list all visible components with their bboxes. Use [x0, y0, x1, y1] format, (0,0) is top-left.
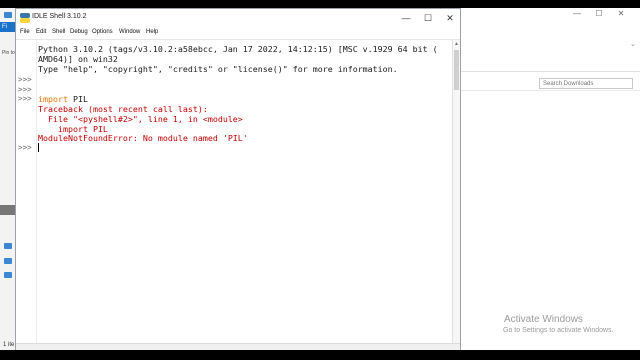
idle-shell-window: IDLE Shell 3.10.2 — ☐ ✕ File Edit Shell … — [15, 8, 461, 352]
banner-line-2: AMD64)] on win32 — [38, 54, 118, 64]
banner-line-1: Python 3.10.2 (tags/v3.10.2:a58ebcc, Jan… — [38, 44, 438, 54]
close-button[interactable]: ✕ — [440, 12, 460, 24]
explorer-selected-item[interactable] — [0, 205, 16, 215]
import-keyword: import — [38, 94, 68, 104]
shell-prompt: >>> — [18, 85, 32, 94]
menu-shell[interactable]: Shell — [52, 29, 65, 35]
menu-bar: File Edit Shell Debug Options Window Hel… — [16, 27, 460, 39]
import-module: PIL — [67, 94, 88, 104]
title-bar[interactable]: IDLE Shell 3.10.2 — ☐ ✕ — [16, 9, 460, 27]
scroll-up-icon[interactable]: ▲ — [454, 41, 459, 47]
traceback-file: File "<pyshell#2>", line 1, in <module> — [38, 114, 243, 124]
menu-debug[interactable]: Debug — [70, 29, 88, 35]
window-title: IDLE Shell 3.10.2 — [32, 13, 87, 20]
explorer-column-divider — [460, 90, 640, 91]
shell-prompt: >>> — [18, 75, 32, 84]
shell-prompt: >>> — [18, 143, 32, 152]
menu-help[interactable]: Help — [146, 29, 158, 35]
letterbox-top — [0, 0, 640, 8]
input-line: import PIL — [38, 94, 88, 104]
explorer-pin-text: Pin to — [2, 50, 15, 56]
menu-edit[interactable]: Edit — [36, 29, 46, 35]
explorer-status-count: 1 ite — [3, 342, 15, 348]
explorer-quick-access-icon[interactable] — [4, 12, 12, 18]
shell-text-area[interactable]: >>> >>> >>> >>> Python 3.10.2 (tags/v3.1… — [16, 39, 460, 344]
menu-file[interactable]: File — [20, 29, 30, 35]
error-message: ModuleNotFoundError: No module named 'PI… — [38, 133, 248, 143]
activate-windows-title: Activate Windows — [504, 314, 583, 325]
explorer-nav-item-icon[interactable] — [4, 272, 12, 278]
vertical-scrollbar[interactable]: ▲ — [452, 40, 460, 344]
banner-line-3: Type "help", "copyright", "credits" or "… — [38, 64, 398, 74]
menu-options[interactable]: Options — [92, 29, 113, 35]
scrollbar-thumb[interactable] — [454, 50, 459, 90]
explorer-file-tab[interactable]: Fi — [0, 22, 16, 32]
python-icon — [20, 13, 30, 23]
menu-window[interactable]: Window — [119, 29, 140, 35]
shell-prompt: >>> — [18, 94, 32, 103]
explorer-nav-item-icon[interactable] — [4, 243, 12, 249]
minimize-button[interactable]: — — [396, 12, 416, 24]
chevron-down-icon[interactable]: ⌄ — [630, 40, 636, 48]
explorer-window-controls: — ☐ ✕ — [566, 9, 632, 18]
explorer-search-input[interactable]: Search Downloads — [539, 78, 633, 89]
explorer-maximize-button[interactable]: ☐ — [588, 9, 610, 18]
prompt-gutter: >>> >>> >>> >>> — [16, 40, 37, 344]
explorer-nav-item-icon[interactable] — [4, 258, 12, 264]
letterbox-bottom — [0, 350, 640, 360]
text-cursor — [38, 143, 39, 152]
explorer-close-button[interactable]: ✕ — [610, 9, 632, 18]
explorer-minimize-button[interactable]: — — [566, 9, 588, 18]
traceback-header: Traceback (most recent call last): — [38, 104, 208, 114]
activate-windows-subtitle: Go to Settings to activate Windows. — [503, 327, 614, 334]
maximize-button[interactable]: ☐ — [418, 12, 438, 24]
explorer-ribbon-divider — [460, 71, 640, 72]
